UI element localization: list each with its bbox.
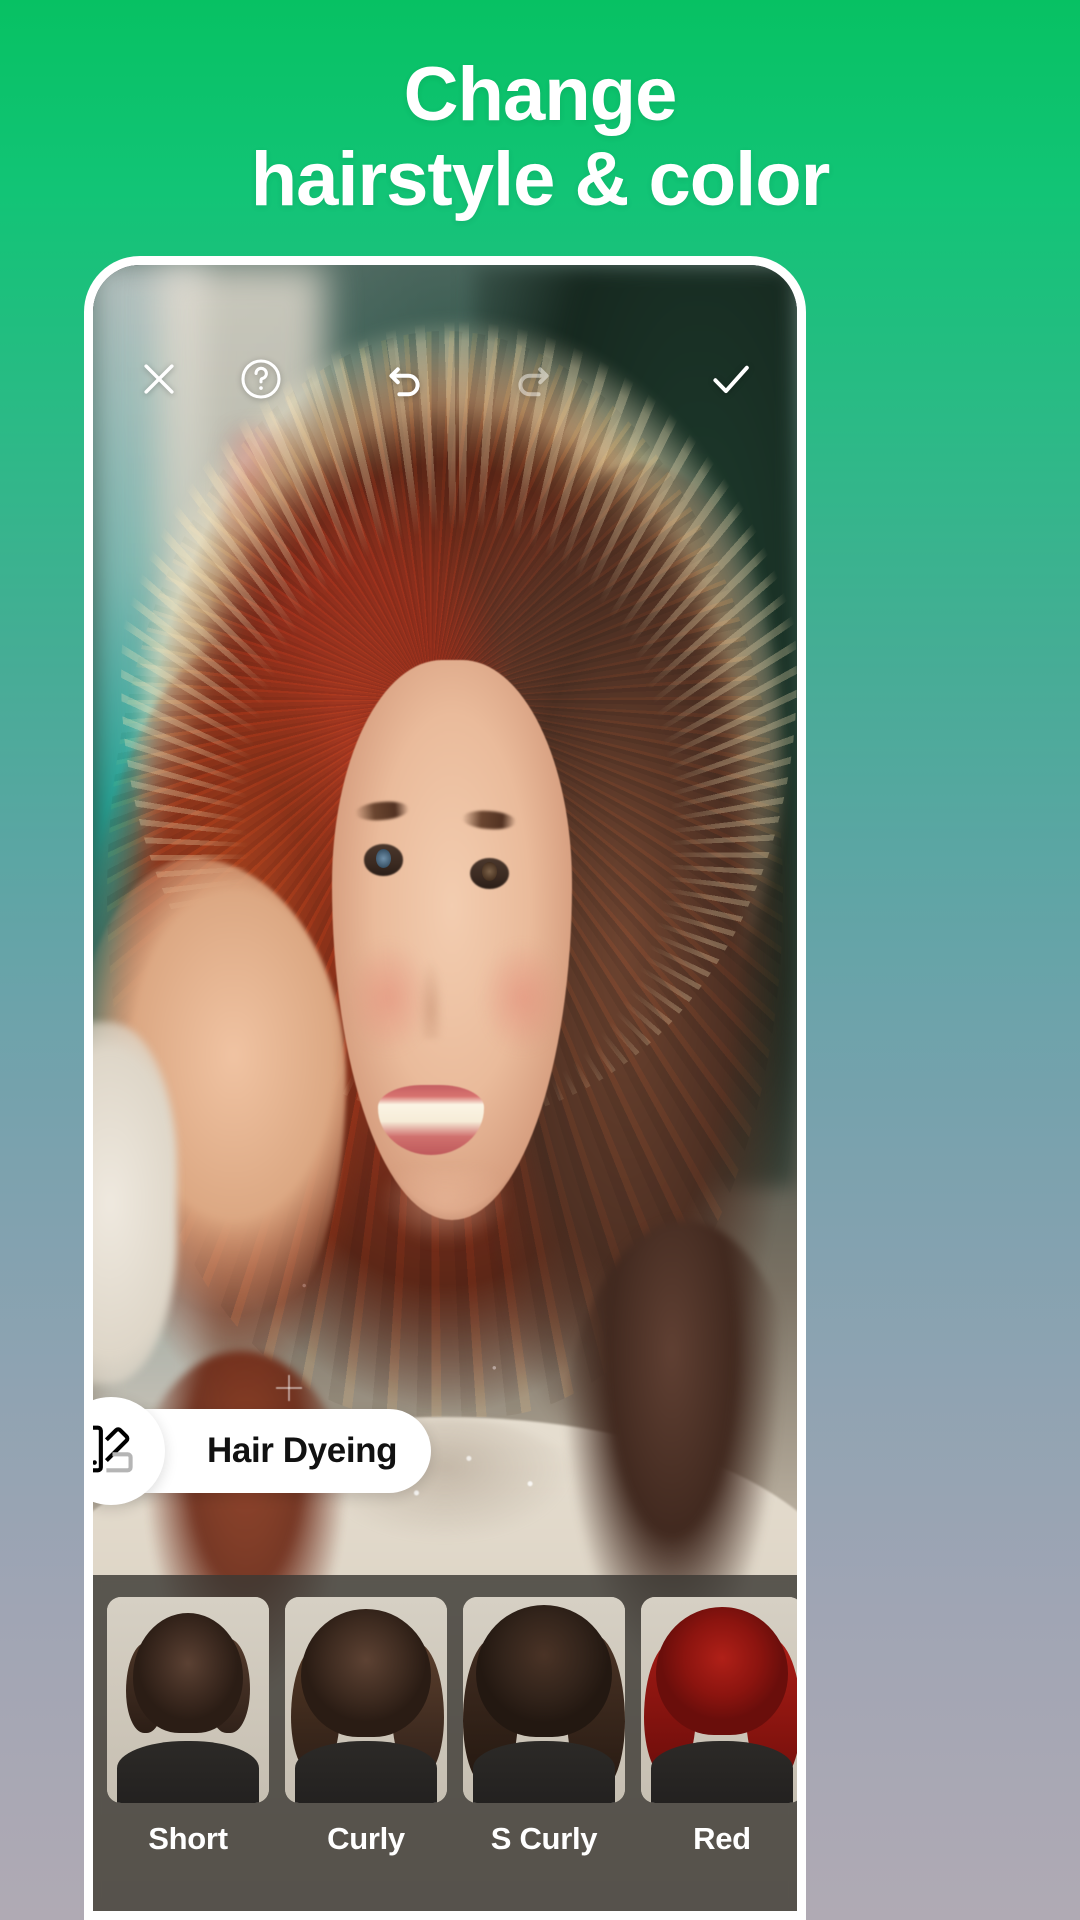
close-button[interactable] xyxy=(131,351,187,407)
editor-toolbar xyxy=(93,343,797,415)
iris-left xyxy=(376,849,391,869)
undo-button[interactable] xyxy=(377,351,433,407)
undo-icon xyxy=(381,355,429,403)
hairstyle-option-curly[interactable]: Curly xyxy=(285,1597,447,1857)
hairstyle-label: Curly xyxy=(327,1821,405,1856)
nose xyxy=(413,923,449,1039)
chin xyxy=(374,1170,516,1270)
thumbnail-body xyxy=(650,1741,794,1803)
close-icon xyxy=(137,357,181,401)
help-button[interactable] xyxy=(233,351,289,407)
color-swatch-icon xyxy=(93,1420,140,1483)
redo-icon xyxy=(509,355,557,403)
hairstyle-label: Short xyxy=(148,1821,228,1856)
page-title-line-1: Change xyxy=(403,52,678,137)
hair-dyeing-chip[interactable]: Hair Dyeing xyxy=(93,1397,432,1505)
hairstyle-label: Red xyxy=(693,1821,751,1856)
page-title: Change hairstyle & color xyxy=(0,52,1080,222)
hair-top xyxy=(475,1605,613,1738)
hairstyle-thumbnail-strip[interactable]: Short Curly S Curly Red xyxy=(93,1575,797,1911)
cheek-right xyxy=(480,939,565,1056)
hair-top xyxy=(132,1613,244,1733)
hairstyle-option-short[interactable]: Short xyxy=(107,1597,269,1857)
help-circle-icon xyxy=(238,356,284,402)
page-title-line-2: hairstyle & color xyxy=(250,137,831,223)
hairstyle-thumbnail[interactable] xyxy=(641,1597,797,1803)
thumbnail-body xyxy=(116,1741,260,1803)
hair-dyeing-chip-label: Hair Dyeing xyxy=(207,1431,398,1470)
hairstyle-option-s-curly[interactable]: S Curly xyxy=(463,1597,625,1857)
hair-top xyxy=(301,1609,431,1738)
phone-screen: Hair Dyeing Short Curly S Curly Red xyxy=(93,265,797,1911)
hairstyle-thumbnail[interactable] xyxy=(285,1597,447,1803)
app-screenshot: Change hairstyle & color Hair Dyeing Sho… xyxy=(0,0,1080,1920)
check-icon xyxy=(706,354,756,404)
thumbnail-body xyxy=(472,1741,616,1803)
hairstyle-option-red[interactable]: Red xyxy=(641,1597,797,1857)
confirm-button[interactable] xyxy=(703,351,759,407)
hairstyle-label: S Curly xyxy=(490,1821,598,1856)
redo-button[interactable] xyxy=(505,351,561,407)
hairstyle-thumbnail[interactable] xyxy=(107,1597,269,1803)
hairstyle-thumbnail[interactable] xyxy=(463,1597,625,1803)
phone-mockup-frame: Hair Dyeing Short Curly S Curly Red xyxy=(84,256,806,1920)
thumbnail-body xyxy=(294,1741,438,1803)
hair-top xyxy=(655,1607,789,1736)
